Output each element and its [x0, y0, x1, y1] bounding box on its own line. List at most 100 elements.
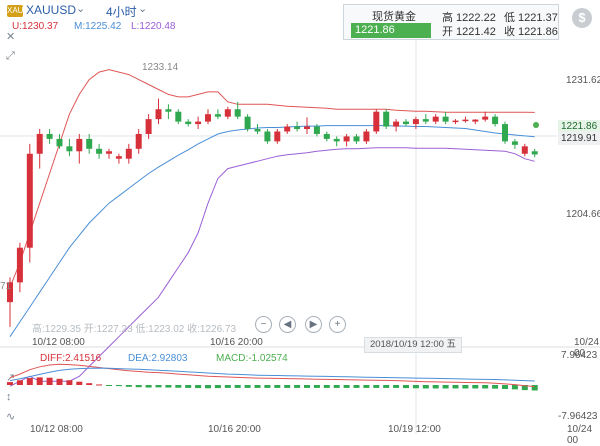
candle-body [432, 116, 439, 122]
macd-bar [274, 385, 281, 388]
candle-body [244, 116, 251, 130]
candle [472, 119, 479, 125]
zoom-out-icon[interactable]: − [255, 316, 272, 333]
candle [165, 104, 172, 120]
macd-bar [66, 380, 73, 385]
macd-bar [442, 385, 449, 389]
candle-body [284, 126, 291, 132]
candle-body [304, 126, 310, 130]
macd-bar [185, 385, 192, 388]
candle-body [403, 121, 409, 125]
candle-body [502, 124, 508, 142]
candle [135, 129, 142, 154]
candle [373, 109, 380, 134]
candle-body [224, 109, 231, 117]
candle-body [531, 151, 538, 155]
candle-body [442, 116, 449, 122]
macd-bar [363, 385, 370, 388]
macd-bar [323, 385, 330, 388]
candle [66, 138, 73, 157]
candlestick-chart[interactable] [0, 0, 600, 434]
candle [521, 143, 528, 157]
candle [224, 106, 231, 120]
macd-y-tick: 7.96423 [561, 350, 598, 361]
candle-body [26, 153, 33, 248]
candle-body [343, 136, 350, 142]
candle-body [373, 111, 380, 132]
macd-bar [304, 385, 310, 388]
x-tick-label: 10/19 12:00 [388, 424, 441, 435]
macd-value-label: MACD:-1.02574 [216, 353, 288, 364]
candle-body [363, 131, 370, 142]
candle [125, 143, 132, 164]
candle [185, 119, 192, 127]
candle [284, 124, 291, 134]
candle [96, 143, 103, 159]
candle-body [482, 116, 489, 120]
candle-body [66, 146, 73, 152]
macd-bar [284, 385, 291, 388]
macd-bar [254, 385, 261, 388]
candle [36, 129, 43, 169]
candle [333, 136, 340, 147]
macd-bar [56, 378, 63, 385]
x-tick-label: 10/16 20:00 [210, 337, 263, 348]
candle [115, 153, 122, 164]
macd-bar [175, 385, 182, 388]
macd-bar [115, 385, 122, 387]
candle-body [175, 111, 182, 122]
candle-body [234, 109, 241, 117]
step-forward-icon[interactable]: ▶ [305, 316, 322, 333]
step-back-icon[interactable]: ◀ [279, 316, 296, 333]
candle [195, 116, 202, 130]
candle [26, 143, 33, 263]
candle [353, 133, 360, 144]
candle-body [412, 119, 419, 125]
candle-body [106, 151, 112, 154]
macd-bar [7, 382, 13, 385]
candle [403, 119, 409, 127]
x-tick-label: 10/12 08:00 [30, 424, 83, 435]
macd-bar [452, 385, 459, 389]
macd-bar [383, 385, 390, 388]
candle [214, 109, 221, 120]
macd-bar [531, 385, 538, 391]
crosshair-date: 2018/10/19 12:00 五 [364, 337, 462, 353]
macd-bar [472, 385, 479, 389]
macd-bar [412, 385, 419, 389]
zoom-in-icon[interactable]: + [329, 316, 346, 333]
candle-body [145, 119, 152, 134]
candle [16, 242, 23, 293]
candle [412, 116, 419, 130]
y-tick-label: 1231.62 [566, 75, 600, 86]
macd-bar [135, 385, 142, 388]
candle-body [125, 148, 132, 159]
macd-bar [482, 385, 489, 389]
macd-bar [432, 385, 439, 389]
macd-bar [502, 385, 508, 390]
candle [244, 114, 251, 132]
candle-body [492, 116, 499, 125]
candle [422, 114, 429, 125]
candle-body [254, 129, 261, 132]
macd-bar [462, 385, 469, 389]
candle [502, 121, 508, 144]
candle [393, 119, 400, 132]
candle-body [56, 138, 63, 147]
candle-body [353, 136, 360, 142]
candle [383, 109, 390, 130]
candle-body [205, 114, 211, 122]
candle-body [422, 119, 429, 122]
candle-body [16, 247, 23, 283]
macd-bar [313, 385, 320, 388]
candle-body [96, 148, 103, 154]
macd-bar [214, 385, 221, 389]
candle-body [135, 133, 142, 149]
macd-bar [234, 385, 241, 388]
macd-bar [393, 385, 400, 388]
candle-body [511, 141, 518, 145]
candle [145, 114, 152, 139]
macd-bar [145, 385, 152, 388]
macd-y-tick: -7.96423 [558, 411, 598, 422]
candle-body [462, 119, 469, 122]
